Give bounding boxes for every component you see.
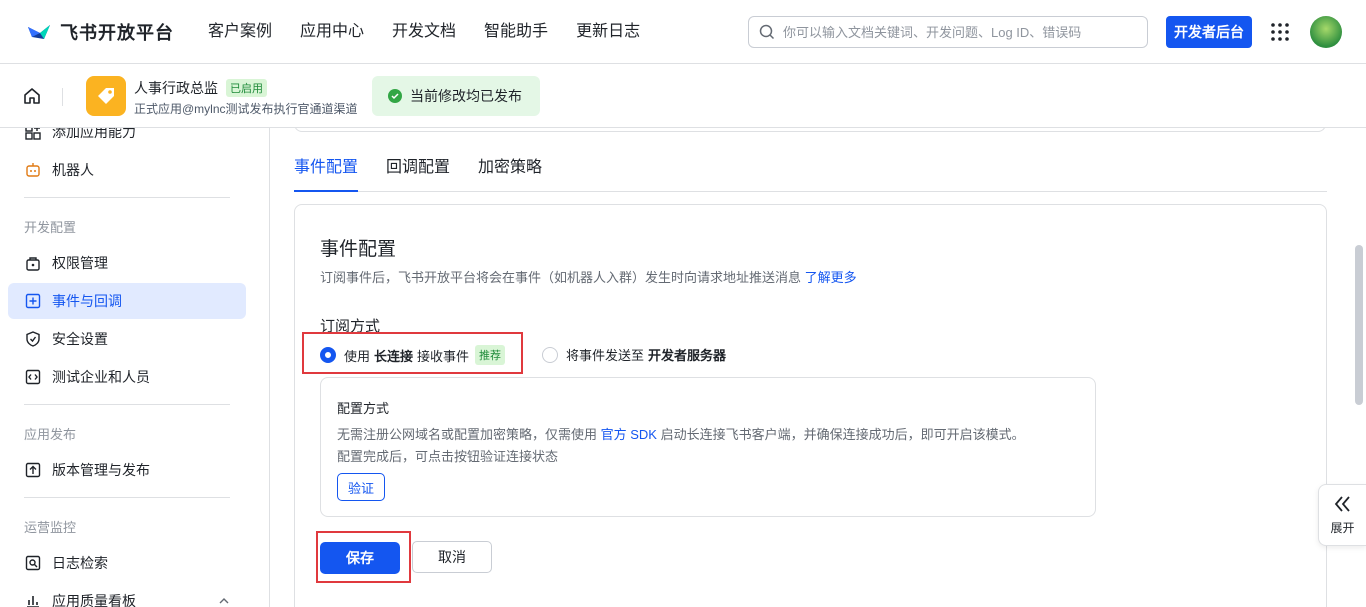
sidebar-item-label: 事件与回调 bbox=[52, 293, 122, 309]
shield-icon bbox=[26, 331, 40, 347]
verify-button[interactable]: 验证 bbox=[337, 473, 385, 501]
event-config-card: 事件配置 订阅事件后，飞书开放平台将会在事件（如机器人入群）发生时向请求地址推送… bbox=[294, 204, 1327, 607]
sidebar-item-label: 应用质量看板 bbox=[52, 593, 136, 607]
nav-changelog[interactable]: 更新日志 bbox=[576, 20, 640, 44]
sidebar-item-security[interactable]: 安全设置 bbox=[8, 321, 246, 357]
sidebar-item-robot[interactable]: 机器人 bbox=[8, 152, 246, 188]
sidebar-item-test-tenants[interactable]: 测试企业和人员 bbox=[8, 359, 246, 395]
tab-encryption-policy[interactable]: 加密策略 bbox=[478, 158, 542, 192]
radio-button-selected[interactable] bbox=[320, 347, 336, 363]
tab-event-config[interactable]: 事件配置 bbox=[294, 158, 359, 192]
section-title: 事件配置 bbox=[320, 239, 397, 260]
dev-console-button[interactable]: 开发者后台 bbox=[1166, 16, 1252, 48]
upload-icon bbox=[25, 462, 41, 478]
divider bbox=[24, 497, 230, 498]
brand-name: 飞书开放平台 bbox=[60, 23, 174, 43]
main-content: 事件配置 回调配置 加密策略 事件配置 订阅事件后，飞书开放平台将会在事件（如机… bbox=[270, 128, 1354, 607]
app-subtitle: 正式应用@mylnc测试发布执行官通道渠道 bbox=[134, 102, 358, 116]
sidebar-item-label: 机器人 bbox=[52, 162, 94, 178]
save-button[interactable]: 保存 bbox=[320, 542, 400, 574]
log-search-icon bbox=[25, 555, 41, 571]
nav-customer-cases[interactable]: 客户案例 bbox=[208, 20, 272, 44]
double-chevron-left-icon bbox=[1334, 495, 1350, 512]
sidebar-group-title: 应用发布 bbox=[24, 427, 77, 442]
top-navbar: 飞书开放平台 客户案例 应用中心 开发文档 智能助手 更新日志 开发者后台 bbox=[0, 0, 1366, 64]
quality-chart-icon bbox=[27, 596, 39, 607]
permission-icon bbox=[26, 257, 40, 271]
radio-button[interactable] bbox=[542, 346, 558, 363]
chevron-up-icon[interactable] bbox=[218, 595, 230, 607]
main-nav: 客户案例 应用中心 开发文档 智能助手 更新日志 bbox=[208, 20, 640, 44]
sidebar-item-add-capability[interactable]: 添加应用能力 bbox=[8, 128, 246, 150]
nav-app-center[interactable]: 应用中心 bbox=[300, 20, 364, 44]
search-box[interactable] bbox=[748, 16, 1148, 48]
sidebar-item-label: 日志检索 bbox=[52, 555, 108, 571]
home-icon[interactable] bbox=[22, 86, 42, 106]
publish-status-text: 当前修改均已发布 bbox=[410, 88, 522, 104]
recommended-badge: 推荐 bbox=[475, 345, 506, 365]
official-sdk-link[interactable]: 官方 SDK bbox=[601, 427, 657, 442]
sidebar-item-label: 版本管理与发布 bbox=[52, 462, 150, 478]
config-method-panel: 配置方式 无需注册公网域名或配置加密策略，仅需使用 官方 SDK 启动长连接飞书… bbox=[320, 377, 1096, 517]
expand-label: 展开 bbox=[1330, 520, 1355, 535]
sidebar: 添加应用能力 机器人 开发配置 权限管理 事件与回调 安全设置 测试企业和人员 … bbox=[0, 128, 270, 607]
radio-developer-server[interactable]: 将事件发送至 开发者服务器 bbox=[542, 345, 726, 364]
sidebar-item-label: 权限管理 bbox=[52, 255, 108, 271]
nav-ai-assistant[interactable]: 智能助手 bbox=[484, 20, 548, 44]
desc-text: 配置完成后，可点击按钮验证连接状态 bbox=[337, 449, 559, 464]
publish-status-banner: 当前修改均已发布 bbox=[372, 76, 540, 116]
feishu-logo-icon bbox=[28, 25, 50, 39]
sidebar-item-events-callbacks[interactable]: 事件与回调 bbox=[8, 283, 246, 319]
radio-long-connection[interactable]: 使用 长连接 接收事件 推荐 bbox=[320, 345, 506, 365]
divider bbox=[62, 88, 63, 106]
option-bold: 开发者服务器 bbox=[648, 348, 727, 363]
tag-icon bbox=[98, 88, 114, 104]
add-capability-icon bbox=[25, 128, 41, 140]
option-text: 接收事件 bbox=[417, 348, 470, 364]
sidebar-group-title: 运营监控 bbox=[24, 520, 77, 535]
apps-grid-icon[interactable] bbox=[1270, 22, 1290, 42]
sidebar-item-log-search[interactable]: 日志检索 bbox=[8, 545, 246, 581]
nav-dev-docs[interactable]: 开发文档 bbox=[392, 20, 456, 44]
sidebar-item-quality-dashboard[interactable]: 应用质量看板 bbox=[8, 583, 246, 607]
sidebar-group-title: 开发配置 bbox=[24, 220, 77, 235]
sidebar-item-label: 安全设置 bbox=[52, 331, 108, 347]
sidebar-item-label: 测试企业和人员 bbox=[52, 369, 150, 385]
brand-logo[interactable]: 飞书开放平台 bbox=[26, 19, 174, 45]
desc-text: 启动长连接飞书客户端，并确保连接成功后，即可开启该模式。 bbox=[660, 427, 1025, 442]
sidebar-item-permissions[interactable]: 权限管理 bbox=[8, 245, 246, 281]
config-method-title: 配置方式 bbox=[337, 401, 390, 416]
search-icon bbox=[759, 24, 775, 40]
desc-text: 无需注册公网域名或配置加密策略，仅需使用 bbox=[337, 427, 598, 442]
tab-bar: 事件配置 回调配置 加密策略 bbox=[294, 158, 1327, 192]
option-text: 将事件发送至 bbox=[566, 348, 645, 363]
user-avatar[interactable] bbox=[1310, 16, 1342, 48]
sidebar-item-label: 添加应用能力 bbox=[52, 128, 136, 140]
previous-card bbox=[294, 128, 1326, 132]
tab-callback-config[interactable]: 回调配置 bbox=[386, 158, 450, 192]
status-badge: 已启用 bbox=[226, 79, 267, 97]
event-icon bbox=[25, 293, 41, 309]
cancel-button[interactable]: 取消 bbox=[412, 541, 492, 573]
divider bbox=[24, 197, 230, 198]
option-text: 使用 bbox=[344, 348, 371, 364]
section-description: 订阅事件后，飞书开放平台将会在事件（如机器人入群）发生时向请求地址推送消息 了解… bbox=[320, 267, 857, 286]
app-name: 人事行政总监 bbox=[134, 80, 218, 96]
scrollbar-thumb[interactable] bbox=[1355, 245, 1363, 405]
option-bold: 长连接 bbox=[374, 348, 414, 364]
divider bbox=[24, 404, 230, 405]
app-icon bbox=[86, 76, 126, 116]
config-method-desc: 无需注册公网域名或配置加密策略，仅需使用 官方 SDK 启动长连接飞书客户端，并… bbox=[337, 424, 1087, 468]
search-input[interactable] bbox=[783, 24, 1123, 40]
robot-icon bbox=[26, 163, 40, 177]
test-icon bbox=[25, 369, 41, 385]
learn-more-link[interactable]: 了解更多 bbox=[805, 270, 857, 285]
description-text: 订阅事件后，飞书开放平台将会在事件（如机器人入群）发生时向请求地址推送消息 bbox=[320, 270, 802, 285]
check-circle-icon bbox=[388, 89, 402, 103]
sidebar-item-version-release[interactable]: 版本管理与发布 bbox=[8, 452, 246, 488]
expand-panel-button[interactable]: 展开 bbox=[1318, 484, 1366, 546]
